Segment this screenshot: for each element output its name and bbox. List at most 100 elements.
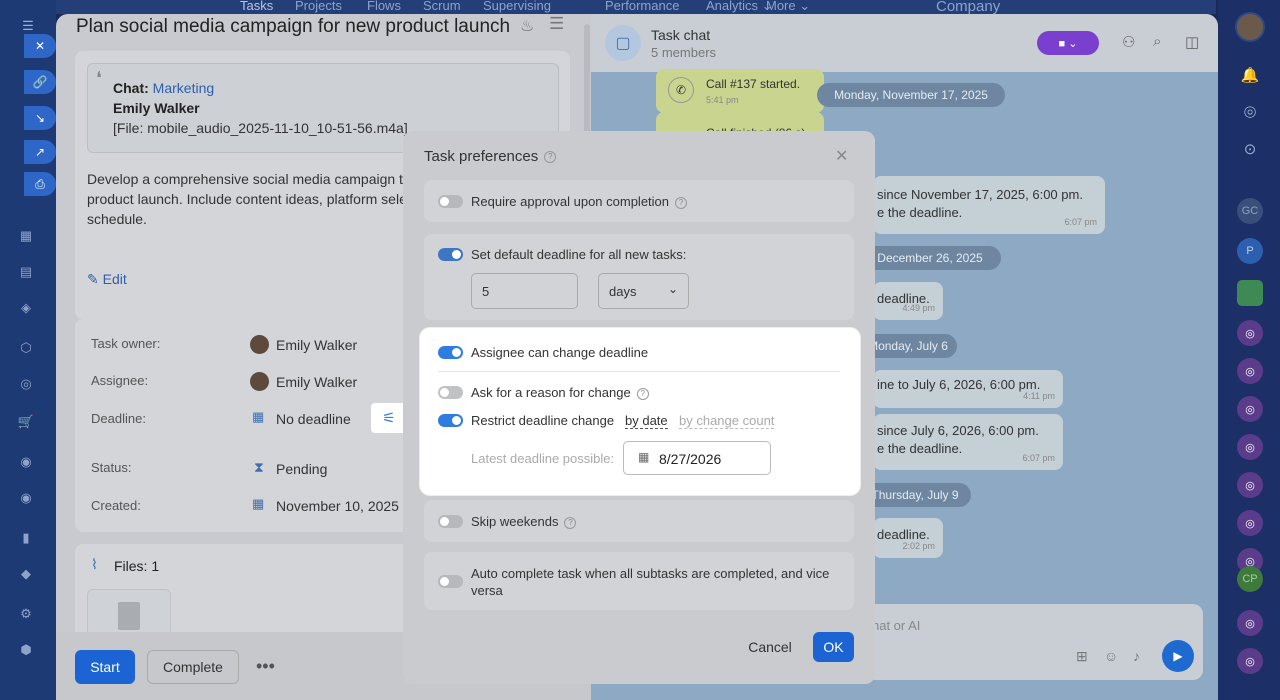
nav-analytics[interactable]: Analytics ⌄ xyxy=(706,0,773,14)
restrict-change-label: Restrict deadline change xyxy=(471,413,615,428)
minimize-button[interactable]: ↘ xyxy=(24,106,56,130)
status-value: Pending xyxy=(276,461,328,477)
apps-nav-icon[interactable]: ◈ xyxy=(16,300,36,320)
nav-performance[interactable]: Performance xyxy=(605,0,679,13)
market-nav-icon[interactable]: ◎ xyxy=(16,376,36,396)
contact-group-2[interactable]: ◎ xyxy=(1237,320,1263,346)
more-nav-icon[interactable]: ⬢ xyxy=(16,642,36,662)
help-icon[interactable]: ? xyxy=(636,387,649,400)
help-icon[interactable]: ? xyxy=(544,151,557,164)
camera-icon: ■ ⌄ xyxy=(1058,37,1078,50)
nav-more[interactable]: More ⌄ xyxy=(766,0,810,14)
chat-link[interactable]: Marketing xyxy=(153,80,214,96)
shop-nav-icon[interactable]: 🛒 xyxy=(16,414,36,434)
contact-group-10[interactable]: ◎ xyxy=(1237,648,1263,674)
chat-icon: ▢ xyxy=(605,25,641,61)
latest-deadline-input[interactable]: ▦ 8/27/2026 xyxy=(623,441,771,475)
open-new-window-button[interactable]: ↗ xyxy=(24,140,56,164)
deadline-unit-value: days xyxy=(609,284,637,299)
video-call-button[interactable]: ■ ⌄ xyxy=(1037,31,1099,55)
default-deadline-input[interactable]: 5 xyxy=(471,273,578,309)
add-user-icon[interactable]: ⚇ xyxy=(1122,33,1135,51)
cancel-button[interactable]: Cancel xyxy=(740,632,800,662)
copilot-icon[interactable]: ◎ xyxy=(1237,98,1263,124)
task-menu-icon[interactable]: ☰ xyxy=(549,14,564,34)
help-icon[interactable]: ? xyxy=(675,196,688,209)
edit-button[interactable]: ✎ Edit xyxy=(87,271,127,288)
nav-supervising[interactable]: Supervising xyxy=(483,0,551,13)
microphone-icon[interactable]: ♪ xyxy=(1133,648,1140,664)
company-search[interactable]: Company xyxy=(936,0,1000,14)
close-panel-button[interactable]: ✕ xyxy=(24,34,56,58)
owner-value[interactable]: Emily Walker xyxy=(276,337,357,353)
nav-tasks[interactable]: Tasks xyxy=(240,0,273,13)
contact-p[interactable]: P xyxy=(1237,238,1263,264)
ask-reason-toggle[interactable] xyxy=(438,386,463,399)
message-input[interactable]: hat or AI xyxy=(872,618,920,633)
contact-group-3[interactable]: ◎ xyxy=(1237,358,1263,384)
nav-projects[interactable]: Projects xyxy=(295,0,342,13)
contact-group-1[interactable] xyxy=(1237,280,1263,306)
require-approval-toggle[interactable] xyxy=(438,195,463,208)
nav-flows[interactable]: Flows xyxy=(367,0,401,13)
auto-complete-toggle[interactable] xyxy=(438,575,463,588)
contact-cp[interactable]: CP xyxy=(1237,566,1263,592)
deadline-value[interactable]: No deadline xyxy=(276,411,351,427)
calendar-nav-icon[interactable]: ▦ xyxy=(16,228,36,248)
task-title: Plan social media campaign for new produ… xyxy=(76,16,511,37)
contact-group-5[interactable]: ◎ xyxy=(1237,434,1263,460)
paperclip-icon: ⌇ xyxy=(91,556,98,572)
automation-nav-icon[interactable]: ◆ xyxy=(16,566,36,586)
phone-icon: ✆ xyxy=(668,77,694,103)
chat-title: Task chat xyxy=(651,27,711,43)
option-default-deadline: Set default deadline for all new tasks: … xyxy=(424,234,854,320)
quote-file[interactable]: [File: mobile_audio_2025-11-10_10-51-56.… xyxy=(113,120,408,136)
analytics-nav-icon[interactable]: ▮ xyxy=(16,530,36,550)
contact-gc[interactable]: GC xyxy=(1237,198,1263,224)
restrict-change-toggle[interactable] xyxy=(438,414,463,427)
deadline-unit-select[interactable]: days ⌄ xyxy=(598,273,689,309)
user-avatar[interactable] xyxy=(1235,12,1265,42)
settings-nav-icon[interactable]: ⚙ xyxy=(16,606,36,626)
chat-search-icon[interactable]: ⊙ xyxy=(1237,136,1263,162)
skip-weekends-toggle[interactable] xyxy=(438,515,463,528)
sidebar-toggle-icon[interactable]: ◫ xyxy=(1185,33,1199,51)
contact-group-6[interactable]: ◎ xyxy=(1237,472,1263,498)
default-deadline-toggle[interactable] xyxy=(438,248,463,261)
contact-group-4[interactable]: ◎ xyxy=(1237,396,1263,422)
apps-icon[interactable]: ⊞ xyxy=(1076,648,1088,665)
by-date-option[interactable]: by date xyxy=(625,413,668,429)
docs-nav-icon[interactable]: ◉ xyxy=(16,490,36,510)
search-icon[interactable]: ⌕ xyxy=(1153,33,1161,50)
start-button[interactable]: Start xyxy=(75,650,135,684)
assignee-avatar xyxy=(250,372,269,391)
assignee-change-toggle[interactable] xyxy=(438,346,463,359)
by-count-option[interactable]: by change count xyxy=(679,413,775,429)
close-icon[interactable]: ✕ xyxy=(835,146,848,166)
deadline-settings-button[interactable]: ⚟ xyxy=(371,403,407,433)
calendar-icon: ▦ xyxy=(252,496,265,511)
inbox-nav-icon[interactable]: ▤ xyxy=(16,264,36,284)
chat-members[interactable]: 5 members xyxy=(651,45,716,60)
complete-button[interactable]: Complete xyxy=(147,650,239,684)
auto-complete-label-cont: versa xyxy=(471,583,503,598)
sites-nav-icon[interactable]: ⬡ xyxy=(16,340,36,360)
fire-icon[interactable]: ♨ xyxy=(520,16,534,36)
date-divider: Thursday, July 9 xyxy=(859,483,971,507)
more-actions-icon[interactable]: ••• xyxy=(256,656,275,677)
copy-link-button[interactable]: 🔗 xyxy=(24,70,56,94)
auto-complete-label: Auto complete task when all subtasks are… xyxy=(471,566,830,581)
assignee-value[interactable]: Emily Walker xyxy=(276,374,357,390)
notifications-icon[interactable]: 🔔 xyxy=(1237,62,1263,88)
message-line: since July 6, 2026, 6:00 pm. xyxy=(877,423,1039,438)
help-icon[interactable]: ? xyxy=(564,516,577,529)
mail-nav-icon[interactable]: ◉ xyxy=(16,454,36,474)
print-button[interactable]: ⎙ xyxy=(24,172,56,196)
send-button[interactable]: ▶ xyxy=(1162,640,1194,672)
emoji-icon[interactable]: ☺ xyxy=(1104,648,1118,664)
sliders-icon: ⚟ xyxy=(382,410,396,427)
contact-group-7[interactable]: ◎ xyxy=(1237,510,1263,536)
nav-scrum[interactable]: Scrum xyxy=(423,0,461,13)
contact-group-9[interactable]: ◎ xyxy=(1237,610,1263,636)
ok-button[interactable]: OK xyxy=(813,632,854,662)
